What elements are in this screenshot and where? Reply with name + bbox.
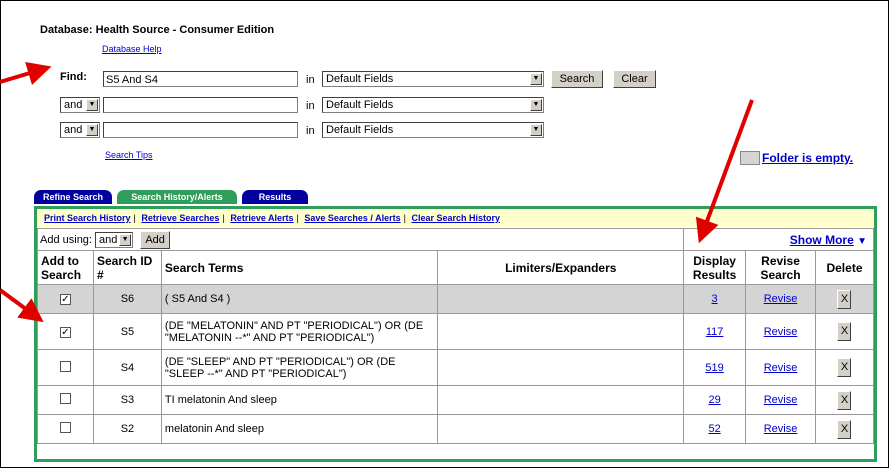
annotation-arrow-checkbox bbox=[0, 288, 44, 323]
annotation-arrow-results bbox=[695, 99, 754, 244]
annotation-arrow-find bbox=[0, 61, 52, 85]
annotation-arrows bbox=[0, 61, 754, 323]
